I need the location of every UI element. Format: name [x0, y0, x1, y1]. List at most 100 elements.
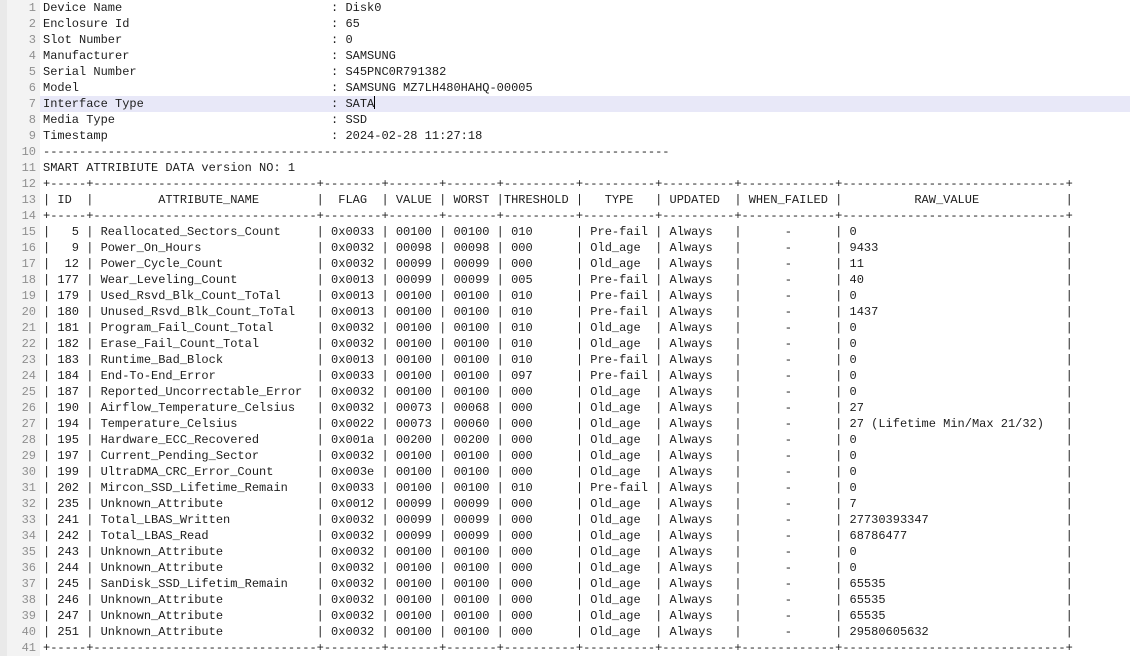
line-text: | 195 | Hardware_ECC_Recovered | 0x001a … [40, 432, 1130, 448]
editor-line[interactable]: 27 | 194 | Temperature_Celsius | 0x0022 … [0, 416, 1130, 432]
line-number[interactable]: 21 [0, 320, 40, 336]
editor-line[interactable]: 8 Media Type : SSD [0, 112, 1130, 128]
editor-line[interactable]: 11 SMART ATTRIBIUTE DATA version NO: 1 [0, 160, 1130, 176]
line-number[interactable]: 11 [0, 160, 40, 176]
line-number[interactable]: 35 [0, 544, 40, 560]
editor-line[interactable]: 19 | 179 | Used_Rsvd_Blk_Count_ToTal | 0… [0, 288, 1130, 304]
line-number[interactable]: 28 [0, 432, 40, 448]
editor-line[interactable]: 10 -------------------------------------… [0, 144, 1130, 160]
line-text: | 5 | Reallocated_Sectors_Count | 0x0033… [40, 224, 1130, 240]
line-number[interactable]: 34 [0, 528, 40, 544]
line-number[interactable]: 14 [0, 208, 40, 224]
editor-line[interactable]: 15 | 5 | Reallocated_Sectors_Count | 0x0… [0, 224, 1130, 240]
editor-line[interactable]: 2 Enclosure Id : 65 [0, 16, 1130, 32]
line-number[interactable]: 36 [0, 560, 40, 576]
line-text: | 247 | Unknown_Attribute | 0x0032 | 001… [40, 608, 1130, 624]
editor-line[interactable]: 41 +-----+------------------------------… [0, 640, 1130, 656]
editor-line[interactable]: 20 | 180 | Unused_Rsvd_Blk_Count_ToTal |… [0, 304, 1130, 320]
line-number[interactable]: 29 [0, 448, 40, 464]
editor-line[interactable]: 16 | 9 | Power_On_Hours | 0x0032 | 00098… [0, 240, 1130, 256]
editor-line[interactable]: 18 | 177 | Wear_Leveling_Count | 0x0013 … [0, 272, 1130, 288]
editor-line[interactable]: 28 | 195 | Hardware_ECC_Recovered | 0x00… [0, 432, 1130, 448]
editor-line[interactable]: 25 | 187 | Reported_Uncorrectable_Error … [0, 384, 1130, 400]
line-text: | 182 | Erase_Fail_Count_Total | 0x0032 … [40, 336, 1130, 352]
editor-line[interactable]: 24 | 184 | End-To-End_Error | 0x0033 | 0… [0, 368, 1130, 384]
line-text: Serial Number : S45PNC0R791382 [40, 64, 1130, 80]
line-text: Enclosure Id : 65 [40, 16, 1130, 32]
line-number[interactable]: 40 [0, 624, 40, 640]
editor-line[interactable]: 40 | 251 | Unknown_Attribute | 0x0032 | … [0, 624, 1130, 640]
line-number[interactable]: 41 [0, 640, 40, 656]
line-text: +-----+-------------------------------+-… [40, 208, 1130, 224]
line-number[interactable]: 4 [0, 48, 40, 64]
line-number[interactable]: 1 [0, 0, 40, 16]
editor-line[interactable]: 34 | 242 | Total_LBAS_Read | 0x0032 | 00… [0, 528, 1130, 544]
editor-line[interactable]: 6 Model : SAMSUNG MZ7LH480HAHQ-00005 [0, 80, 1130, 96]
line-number[interactable]: 37 [0, 576, 40, 592]
line-text: | 251 | Unknown_Attribute | 0x0032 | 001… [40, 624, 1130, 640]
line-number[interactable]: 12 [0, 176, 40, 192]
editor-line[interactable]: 36 | 244 | Unknown_Attribute | 0x0032 | … [0, 560, 1130, 576]
editor-line[interactable]: 17 | 12 | Power_Cycle_Count | 0x0032 | 0… [0, 256, 1130, 272]
editor-line[interactable]: 38 | 246 | Unknown_Attribute | 0x0032 | … [0, 592, 1130, 608]
line-text: | 12 | Power_Cycle_Count | 0x0032 | 0009… [40, 256, 1130, 272]
line-number[interactable]: 9 [0, 128, 40, 144]
editor-line[interactable]: 39 | 247 | Unknown_Attribute | 0x0032 | … [0, 608, 1130, 624]
editor-line[interactable]: 26 | 190 | Airflow_Temperature_Celsius |… [0, 400, 1130, 416]
editor-line[interactable]: 32 | 235 | Unknown_Attribute | 0x0012 | … [0, 496, 1130, 512]
line-number[interactable]: 10 [0, 144, 40, 160]
editor-line[interactable]: 7 Interface Type : SATA [0, 96, 1130, 112]
line-number[interactable]: 15 [0, 224, 40, 240]
line-number[interactable]: 19 [0, 288, 40, 304]
line-number[interactable]: 33 [0, 512, 40, 528]
line-number[interactable]: 39 [0, 608, 40, 624]
editor-line[interactable]: 13 | ID | ATTRIBUTE_NAME | FLAG | VALUE … [0, 192, 1130, 208]
line-number[interactable]: 20 [0, 304, 40, 320]
line-number[interactable]: 30 [0, 464, 40, 480]
line-number[interactable]: 5 [0, 64, 40, 80]
line-text: +-----+-------------------------------+-… [40, 176, 1130, 192]
editor-line[interactable]: 33 | 241 | Total_LBAS_Written | 0x0032 |… [0, 512, 1130, 528]
line-text: | 241 | Total_LBAS_Written | 0x0032 | 00… [40, 512, 1130, 528]
editor-line[interactable]: 31 | 202 | Mircon_SSD_Lifetime_Remain | … [0, 480, 1130, 496]
line-number[interactable]: 38 [0, 592, 40, 608]
line-number[interactable]: 18 [0, 272, 40, 288]
line-text: SMART ATTRIBIUTE DATA version NO: 1 [40, 160, 1130, 176]
line-text: | 184 | End-To-End_Error | 0x0033 | 0010… [40, 368, 1130, 384]
line-number[interactable]: 7 [0, 96, 40, 112]
line-number[interactable]: 13 [0, 192, 40, 208]
line-number[interactable]: 26 [0, 400, 40, 416]
editor-line[interactable]: 30 | 199 | UltraDMA_CRC_Error_Count | 0x… [0, 464, 1130, 480]
editor-line[interactable]: 37 | 245 | SanDisk_SSD_Lifetim_Remain | … [0, 576, 1130, 592]
line-number[interactable]: 24 [0, 368, 40, 384]
line-text: | 9 | Power_On_Hours | 0x0032 | 00098 | … [40, 240, 1130, 256]
editor-line[interactable]: 23 | 183 | Runtime_Bad_Block | 0x0013 | … [0, 352, 1130, 368]
line-number[interactable]: 31 [0, 480, 40, 496]
line-number[interactable]: 32 [0, 496, 40, 512]
line-number[interactable]: 3 [0, 32, 40, 48]
editor-line[interactable]: 3 Slot Number : 0 [0, 32, 1130, 48]
editor-line[interactable]: 29 | 197 | Current_Pending_Sector | 0x00… [0, 448, 1130, 464]
line-number[interactable]: 22 [0, 336, 40, 352]
line-text: +-----+-------------------------------+-… [40, 640, 1130, 656]
line-number[interactable]: 16 [0, 240, 40, 256]
editor-line[interactable]: 1 Device Name : Disk0 [0, 0, 1130, 16]
editor-line[interactable]: 9 Timestamp : 2024-02-28 11:27:18 [0, 128, 1130, 144]
line-text: Slot Number : 0 [40, 32, 1130, 48]
line-number[interactable]: 8 [0, 112, 40, 128]
line-number[interactable]: 6 [0, 80, 40, 96]
line-number[interactable]: 23 [0, 352, 40, 368]
editor-line[interactable]: 21 | 181 | Program_Fail_Count_Total | 0x… [0, 320, 1130, 336]
line-number[interactable]: 17 [0, 256, 40, 272]
line-text: | 246 | Unknown_Attribute | 0x0032 | 001… [40, 592, 1130, 608]
editor-line[interactable]: 5 Serial Number : S45PNC0R791382 [0, 64, 1130, 80]
editor-line[interactable]: 4 Manufacturer : SAMSUNG [0, 48, 1130, 64]
line-number[interactable]: 27 [0, 416, 40, 432]
editor-line[interactable]: 35 | 243 | Unknown_Attribute | 0x0032 | … [0, 544, 1130, 560]
line-text: | 199 | UltraDMA_CRC_Error_Count | 0x003… [40, 464, 1130, 480]
line-number[interactable]: 25 [0, 384, 40, 400]
editor-line[interactable]: 12 +-----+------------------------------… [0, 176, 1130, 192]
line-number[interactable]: 2 [0, 16, 40, 32]
editor-line[interactable]: 22 | 182 | Erase_Fail_Count_Total | 0x00… [0, 336, 1130, 352]
editor-line[interactable]: 14 +-----+------------------------------… [0, 208, 1130, 224]
